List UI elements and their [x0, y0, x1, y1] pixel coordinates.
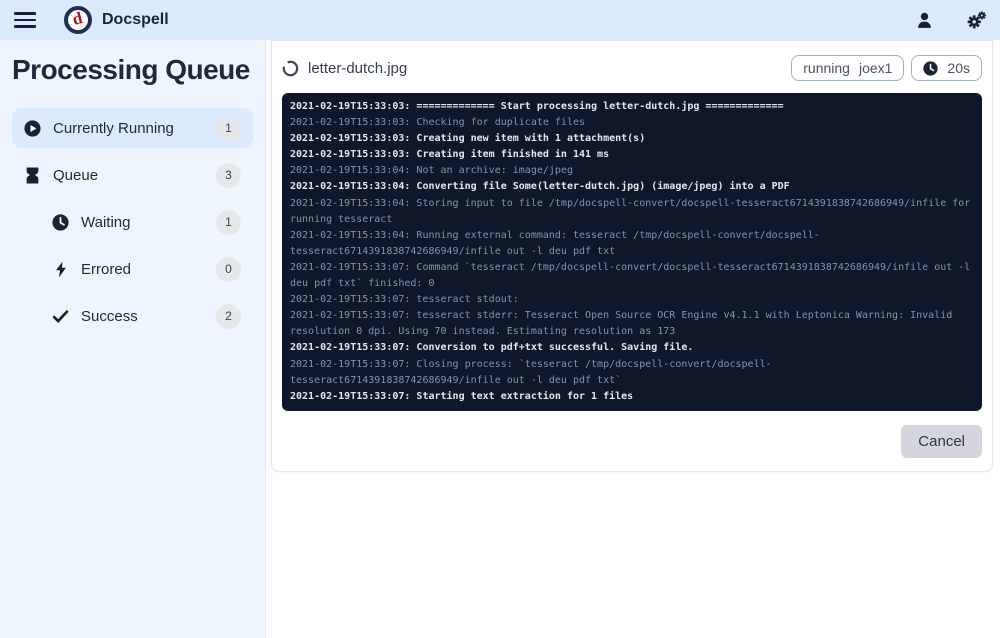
job-duration: 20s — [947, 60, 970, 76]
log-line: 2021-02-19T15:33:03: Checking for duplic… — [290, 117, 586, 129]
log-line: 2021-02-19T15:33:03: Creating new item w… — [290, 133, 646, 145]
log-line: 2021-02-19T15:33:04: Running external co… — [290, 229, 820, 257]
sidebar-item-errored[interactable]: Errored 0 — [40, 249, 253, 289]
sidebar: Processing Queue Currently Running 1 Que… — [0, 40, 266, 638]
sidebar-item-currently-running[interactable]: Currently Running 1 — [12, 108, 253, 148]
sidebar-item-label: Currently Running — [53, 119, 174, 137]
hourglass-icon — [24, 167, 41, 184]
cancel-button[interactable]: Cancel — [901, 424, 982, 458]
job-state: running — [803, 60, 850, 76]
play-circle-icon — [24, 119, 41, 137]
job-card-header: letter-dutch.jpg running joex1 20s — [272, 41, 992, 93]
clock-icon — [923, 60, 939, 76]
count-badge: 1 — [216, 115, 241, 141]
count-badge: 1 — [216, 209, 241, 235]
clock-icon — [52, 213, 69, 231]
job-state-badge[interactable]: running joex1 — [791, 55, 905, 81]
job-card-footer: Cancel — [272, 411, 992, 471]
check-icon — [52, 308, 69, 325]
job-filename: letter-dutch.jpg — [308, 59, 408, 77]
sidebar-item-label: Waiting — [81, 213, 131, 231]
app-title: Docspell — [102, 11, 169, 28]
bolt-icon — [52, 261, 69, 278]
page-title: Processing Queue — [12, 54, 250, 85]
sidebar-item-waiting[interactable]: Waiting 1 — [40, 202, 253, 242]
count-badge: 2 — [216, 303, 241, 329]
job-duration-badge[interactable]: 20s — [911, 55, 982, 81]
log-line: 2021-02-19T15:33:04: Not an archive: ima… — [290, 165, 573, 177]
log-line: 2021-02-19T15:33:07: tesseract stdout: — [290, 294, 519, 306]
log-line: 2021-02-19T15:33:03: ============= Start… — [290, 101, 784, 112]
job-log: 2021-02-19T15:33:03: ============= Start… — [282, 93, 982, 411]
main-content: letter-dutch.jpg running joex1 20s 2021-… — [266, 40, 1000, 638]
circle-notch-icon — [282, 60, 299, 76]
sidebar-item-label: Errored — [81, 260, 132, 278]
sidebar-item-label: Success — [81, 307, 138, 325]
count-badge: 3 — [216, 162, 241, 188]
log-line: 2021-02-19T15:33:07: Starting text extra… — [290, 390, 634, 402]
sidebar-item-label: Queue — [53, 166, 99, 184]
log-line: 2021-02-19T15:33:04: Converting file Som… — [290, 181, 790, 193]
top-navbar: d Docspell — [0, 0, 1000, 40]
log-line: 2021-02-19T15:33:04: Storing input to fi… — [290, 197, 977, 225]
sidebar-item-queue[interactable]: Queue 3 — [12, 155, 253, 195]
settings-gears-icon[interactable] — [966, 10, 986, 30]
count-badge: 0 — [216, 256, 241, 282]
log-line: 2021-02-19T15:33:07: tesseract stderr: T… — [290, 310, 959, 338]
job-card: letter-dutch.jpg running joex1 20s 2021-… — [271, 40, 993, 472]
sidebar-item-success[interactable]: Success 2 — [40, 296, 253, 336]
log-line: 2021-02-19T15:33:03: Creating item finis… — [290, 149, 610, 161]
hamburger-menu-icon[interactable] — [14, 12, 36, 28]
app-logo[interactable]: d — [64, 6, 92, 34]
job-worker: joex1 — [858, 60, 893, 76]
user-icon[interactable] — [914, 10, 934, 30]
log-line: 2021-02-19T15:33:07: Closing process: `t… — [290, 358, 772, 386]
log-line: 2021-02-19T15:33:07: Conversion to pdf+t… — [290, 342, 694, 354]
log-line: 2021-02-19T15:33:07: Command `tesseract … — [290, 261, 977, 290]
